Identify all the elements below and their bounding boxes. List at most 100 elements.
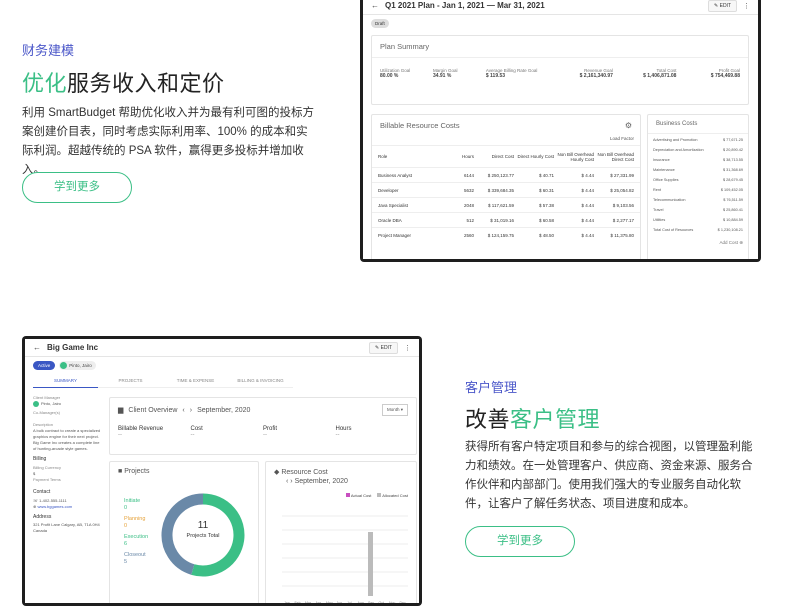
business-cost-row: Travel $ 25,860.41 <box>648 208 748 218</box>
billable-title: Billable Resource Costs <box>380 121 460 130</box>
edit-button[interactable]: ✎ EDIT <box>708 0 737 12</box>
month-tick-label: Dec <box>400 601 406 603</box>
more-menu-icon[interactable]: ⋮ <box>743 2 750 10</box>
resource-cost-bar-chart: Jan Feb Mar Apr May Jun Jul Aug Sep Oct Nov Dec <box>282 515 408 603</box>
business-cost-row: Insurance $ 38,713.55 <box>648 158 748 168</box>
metric-value: $ 2,161,340.97 <box>579 73 613 79</box>
summary-metrics: Utilization Goal 80.00 % Margin Goal 34.91… <box>372 57 748 79</box>
section1-title-accent: 优化 <box>22 71 68 96</box>
projects-legend-value: 5 <box>124 559 128 565</box>
table-cell: 6144 <box>463 172 474 178</box>
overview-metric-value: -- <box>263 432 267 438</box>
month-tick-label: Oct <box>379 601 384 603</box>
overview-metric-value: -- <box>335 432 340 438</box>
business-cost-value: $ 109,452.05 <box>720 188 743 192</box>
business-cost-row: Maintenance $ 31,368.69 <box>648 168 748 178</box>
month-tick-label: May <box>326 601 333 603</box>
table-cell: $ 11,375.80 <box>610 232 634 238</box>
projects-legend-item: Planning 0 <box>124 516 148 530</box>
contact-label: Contact <box>33 489 51 495</box>
payment-terms-label: Payment Terms <box>33 477 61 482</box>
mockup-topbar: ← Big Game Inc ✎ EDIT ⋮ <box>25 339 419 357</box>
overview-period: September, 2020 <box>197 406 251 414</box>
billable-title-row: Billable Resource Costs ⚙ <box>372 115 640 136</box>
web-row[interactable]: ⊕ www.bggames.com <box>33 504 103 510</box>
back-arrow-icon[interactable]: ← <box>371 1 379 10</box>
address-value: 321 Profit Lane Calgary, AB, T1A 0H4 Can… <box>33 522 100 533</box>
metric-utilization: Utilization Goal 80.00 % <box>380 68 433 79</box>
month-tick-label: Mar <box>305 601 312 603</box>
back-arrow-icon[interactable]: ← <box>33 343 41 352</box>
month-tick-label: Jan <box>284 601 290 603</box>
billable-header-cell: Hours <box>461 154 474 159</box>
business-cost-value: $ 28,679.45 <box>722 178 743 182</box>
legend-allocated: Allocated Cost <box>377 493 408 498</box>
legend-actual: Actual Cost <box>345 493 372 498</box>
table-cell: Business Analyst <box>378 172 413 178</box>
projects-legend-value: 0 <box>124 505 128 511</box>
next-period-icon[interactable]: › <box>190 407 192 414</box>
business-cost-value: $ 77,671.25 <box>722 138 743 142</box>
mockup-screen: ← Big Game Inc ✎ EDIT ⋮ Active Pinto, Ja… <box>25 339 419 603</box>
table-cell: $ 48.50 <box>538 232 554 238</box>
section2-learn-more-button[interactable]: 学到更多 <box>465 526 575 557</box>
tab-summary[interactable]: SUMMARY <box>33 374 98 388</box>
client-details-sidebar: Client Manager Pinto, Jairo Co-Manager(s… <box>33 395 103 534</box>
projects-legend-value: 0 <box>124 523 128 529</box>
financial-planning-mockup: ← Q1 2021 Plan - Jan 1, 2021 — Mar 31, 2… <box>360 0 761 262</box>
legend-allocated-label: Allocated Cost <box>382 493 408 498</box>
billable-header-row: Role Hours Direct Cost Direct Hourly Cost No… <box>372 145 640 167</box>
business-cost-label: Rent <box>653 188 662 192</box>
business-cost-label: Office Supplies <box>653 178 679 182</box>
table-cell: $ 27,331.99 <box>610 172 634 178</box>
prev-period-icon[interactable]: ‹ <box>286 478 288 485</box>
metric-value: 34.91 % <box>432 73 452 79</box>
billable-rows: Business Analyst 6144 $ 250,123.77 $ 40.71 $… <box>372 167 640 242</box>
month-tick-label: Feb <box>295 601 301 603</box>
table-row[interactable]: Project Manager 2560 $ 124,159.75 $ 48.50 $ … <box>372 227 640 242</box>
overview-metric-value: -- <box>190 432 195 438</box>
section1-learn-more-button[interactable]: 学到更多 <box>22 172 132 203</box>
overview-header: ▆ Client Overview ‹ › September, 2020 Mo… <box>110 398 416 422</box>
legend-actual-label: Actual Cost <box>350 493 372 498</box>
mockup-screen: ← Q1 2021 Plan - Jan 1, 2021 — Mar 31, 2… <box>363 0 758 259</box>
load-factor-label: Load Factor <box>609 136 634 141</box>
table-row[interactable]: Java Specialist 2048 $ 117,621.59 $ 57.38 $ … <box>372 197 640 212</box>
business-costs-card: Business Costs Advertising and Promotion… <box>647 114 749 259</box>
table-cell: $ 4.44 <box>581 202 594 208</box>
business-cost-row: Telecommunication $ 76,511.59 <box>648 198 748 208</box>
allocated-cost-bar-sep <box>368 532 373 596</box>
user-chip: Pinto, Jairo <box>59 361 96 370</box>
billable-header-cell: Role <box>378 154 388 159</box>
mockup-topbar: ← Q1 2021 Plan - Jan 1, 2021 — Mar 31, 2… <box>363 0 758 15</box>
next-period-icon[interactable]: › <box>290 478 292 485</box>
section1-title-rest: 服务收入和定价 <box>67 71 225 96</box>
table-row[interactable]: Business Analyst 6144 $ 250,123.77 $ 40.71 $… <box>372 167 640 182</box>
table-cell: $ 4.44 <box>581 217 594 223</box>
table-row[interactable]: Oracle DBA 512 $ 31,019.16 $ 60.58 $ 4.44 $ 2… <box>372 212 640 227</box>
section2-title-accent: 客户管理 <box>510 407 601 432</box>
billable-resource-costs-card: Billable Resource Costs ⚙ Load Factor Ro… <box>371 114 641 259</box>
tab-time-expense[interactable]: TIME & EXPENSE <box>163 378 228 383</box>
tab-billing-invoicing[interactable]: BILLING & INVOICING <box>228 378 293 383</box>
table-cell: 2048 <box>463 202 474 208</box>
gear-icon[interactable]: ⚙ <box>625 121 632 130</box>
client-overview-card: ▆ Client Overview ‹ › September, 2020 Mo… <box>109 397 417 455</box>
table-cell: $ 4.44 <box>581 172 594 178</box>
status-row: Draft <box>363 15 758 32</box>
tab-projects[interactable]: PROJECTS <box>98 378 163 383</box>
month-tick-label: Apr <box>316 601 322 603</box>
more-menu-icon[interactable]: ⋮ <box>404 344 411 352</box>
table-cell: $ 250,123.77 <box>487 172 514 178</box>
prev-period-icon[interactable]: ‹ <box>182 407 184 414</box>
tag-icon: ◆ <box>274 469 280 476</box>
metric-revenue: Revenue Goal $ 2,161,340.97 <box>549 68 613 79</box>
metric-value: $ 754,469.88 <box>710 73 740 79</box>
projects-legend: Initiate 0 Planning 0 Execution 6 Closeout 5 <box>124 498 148 570</box>
add-cost-button[interactable]: Add Cost ⊕ <box>648 238 748 248</box>
projects-legend-label: Planning <box>124 516 146 522</box>
period-select[interactable]: Month ▾ <box>381 404 408 416</box>
table-row[interactable]: Developer 5632 $ 339,684.35 $ 60.31 $ 4.44 $ … <box>372 182 640 197</box>
resource-period-row: ‹ › September, 2020 <box>266 478 416 485</box>
edit-button[interactable]: ✎ EDIT <box>369 341 398 354</box>
